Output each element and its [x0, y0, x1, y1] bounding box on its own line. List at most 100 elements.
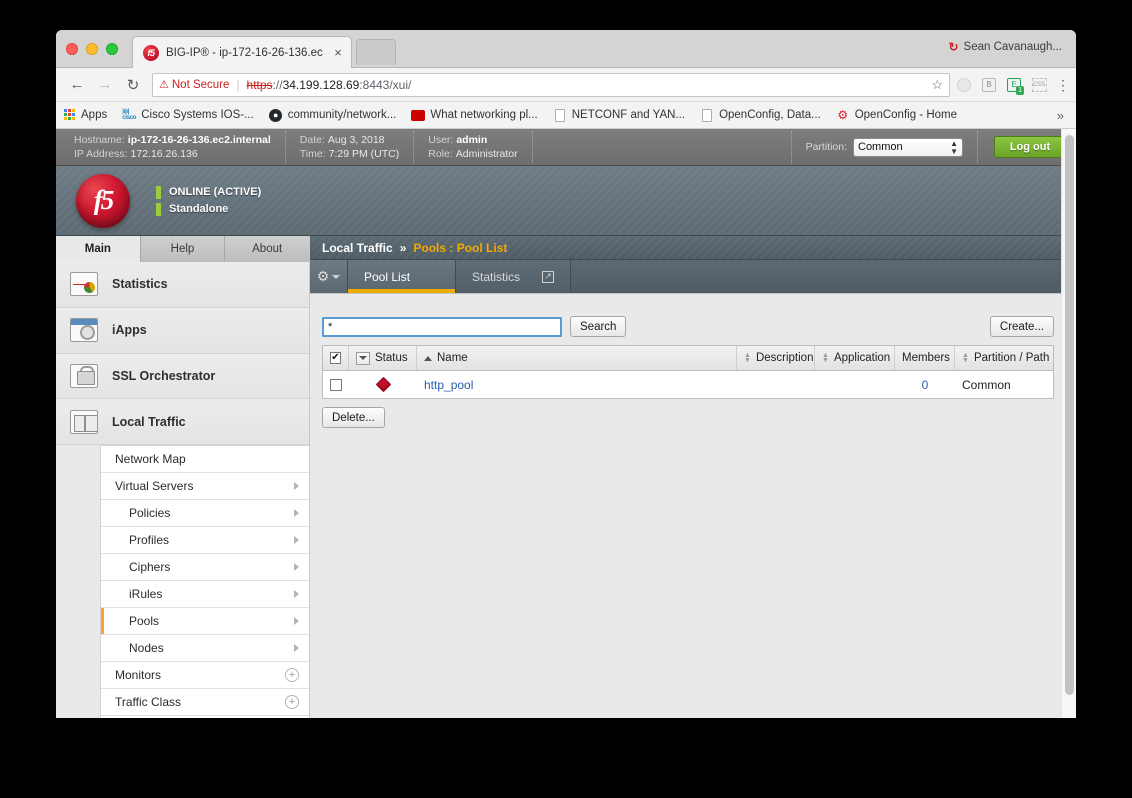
subtab-pool-list[interactable]: Pool List [348, 260, 456, 293]
column-header-label: Members [902, 352, 950, 364]
select-all-header[interactable]: ✔ [323, 346, 349, 370]
submenu-item-virtual-servers[interactable]: Virtual Servers [101, 473, 309, 501]
submenu-item-nodes[interactable]: Nodes [101, 635, 309, 663]
time-value: 7:29 PM (UTC) [328, 148, 400, 160]
pool-name-link[interactable]: http_pool [424, 378, 473, 392]
table-row[interactable]: http_pool 0 Common [323, 371, 1053, 398]
browser-menu-icon[interactable]: ⋮ [1056, 78, 1070, 92]
tab-about[interactable]: About [225, 236, 310, 262]
search-button[interactable]: Search [570, 316, 627, 337]
bookmarks-overflow-icon[interactable]: » [1057, 108, 1068, 123]
sidebar-item-label: SSL Orchestrator [112, 369, 216, 384]
column-filter-menu-icon[interactable] [356, 351, 370, 365]
search-input[interactable]: * [322, 316, 562, 337]
submenu-item-irules[interactable]: iRules [101, 581, 309, 609]
back-button[interactable]: ← [64, 72, 90, 98]
delete-button[interactable]: Delete... [322, 407, 385, 428]
submenu-item-monitors[interactable]: Monitors + [101, 662, 309, 690]
bookmark-what-networking[interactable]: What networking pl... [411, 108, 538, 122]
datetime-info-group: Date: Aug 3, 2018 Time: 7:29 PM (UTC) [286, 131, 415, 163]
time-label: Time: [299, 148, 326, 160]
column-header-application[interactable]: ▲ ▼ Application [815, 346, 895, 370]
plus-circle-icon[interactable]: + [285, 695, 299, 710]
close-tab-icon[interactable]: × [331, 45, 345, 60]
submenu-item-traffic-class[interactable]: Traffic Class + [101, 689, 309, 717]
new-tab-button[interactable] [356, 39, 396, 65]
column-header-name[interactable]: Name [417, 346, 737, 370]
submenu-item-label: Profiles [129, 533, 170, 548]
submenu-item-policies[interactable]: Policies [101, 500, 309, 528]
reload-button[interactable]: ↻ [120, 72, 146, 98]
submenu-item-address-translation[interactable]: Address Translation [101, 716, 309, 718]
submenu-item-profiles[interactable]: Profiles [101, 527, 309, 555]
apps-grid-icon [64, 109, 76, 121]
user-info-group: User: admin Role: Administrator [414, 131, 533, 163]
bookmark-star-icon[interactable]: ☆ [931, 77, 943, 93]
bookmarks-bar: Apps |ı|ı| cisco Cisco Systems IOS-... ● … [56, 102, 1076, 129]
members-count-link[interactable]: 0 [922, 378, 929, 392]
not-secure-badge[interactable]: ⚠ Not Secure [159, 78, 229, 92]
evernote-extension-icon[interactable]: E1 [1006, 77, 1024, 95]
bookmark-cisco[interactable]: |ı|ı| cisco Cisco Systems IOS-... [122, 108, 253, 122]
browser-omnibox-row: ← → ↻ ⚠ Not Secure | https://34.199.128.… [56, 68, 1076, 102]
row-select-cell[interactable] [323, 371, 349, 398]
submenu-item-ciphers[interactable]: Ciphers [101, 554, 309, 582]
submenu-item-label: Nodes [129, 641, 164, 656]
create-button[interactable]: Create... [989, 316, 1054, 337]
row-checkbox[interactable] [330, 378, 342, 391]
maximize-window-button[interactable] [106, 43, 118, 55]
bookmark-apps[interactable]: Apps [64, 109, 107, 121]
statistics-icon [70, 272, 98, 297]
pool-list-table: ✔ Status Name ▲ ▼ Description ▲ ▼ Applic… [322, 345, 1054, 399]
breadcrumb-root[interactable]: Local Traffic [322, 241, 393, 255]
select-all-checkbox[interactable]: ✔ [330, 352, 341, 364]
forward-button[interactable]: → [92, 72, 118, 98]
submenu-item-label: Virtual Servers [115, 479, 194, 494]
page-scrollbar[interactable] [1061, 129, 1076, 718]
column-header-members[interactable]: Members [895, 346, 955, 370]
device-status-group: ONLINE (ACTIVE) Standalone [156, 185, 261, 216]
sidebar-item-iapps[interactable]: iApps [56, 307, 309, 354]
partition-group: Partition: Common ▲ ▼ [790, 131, 978, 163]
column-header-partition-path[interactable]: ▲ ▼ Partition / Path [955, 346, 1053, 370]
popout-icon[interactable]: ↗ [542, 270, 555, 283]
browser-tab-active[interactable]: f5 BIG-IP® - ip-172-16-26-136.ec × [132, 36, 352, 68]
url-host: 34.199.128.69 [282, 77, 360, 92]
bookmark-netconf-yang[interactable]: NETCONF and YAN... [553, 108, 685, 122]
subtab-statistics[interactable]: Statistics ↗ [456, 260, 572, 293]
chevron-right-icon [294, 563, 299, 572]
bookmark-label: Apps [81, 109, 108, 121]
url-scheme: https [246, 77, 273, 92]
bookmark-community-network[interactable]: ● community/network... [269, 108, 396, 122]
plus-circle-icon[interactable]: + [285, 668, 299, 683]
chevron-right-icon [294, 482, 299, 491]
generic-extension-icon[interactable] [956, 77, 972, 93]
minimize-window-button[interactable] [86, 43, 98, 55]
close-window-button[interactable] [66, 43, 78, 55]
css-viewer-extension-icon[interactable]: CSS [1031, 77, 1047, 93]
chevron-updown-icon: ▲ ▼ [950, 138, 958, 156]
f5-body: Main Help About Statistics iApps SSL Orc… [56, 236, 1076, 718]
submenu-item-network-map[interactable]: Network Map [101, 446, 309, 474]
github-icon: ● [269, 108, 283, 122]
browser-profile-chip[interactable]: ↻ Sean Cavanaugh... [948, 40, 1062, 54]
bookmark-openconfig-home[interactable]: ⚙ OpenConfig - Home [836, 108, 957, 122]
submenu-item-pools[interactable]: Pools [101, 608, 309, 636]
settings-gear-button[interactable]: ⚙ [310, 260, 348, 293]
hostname-value: ip-172-16-26-136.ec2.internal [127, 134, 271, 146]
tab-help[interactable]: Help [140, 236, 226, 262]
tab-main[interactable]: Main [56, 236, 141, 262]
sidebar-item-ssl-orchestrator[interactable]: SSL Orchestrator [56, 353, 309, 400]
blogger-extension-icon[interactable]: B [981, 77, 997, 93]
sidebar-item-statistics[interactable]: Statistics [56, 262, 309, 308]
partition-select[interactable]: Common ▲ ▼ [853, 137, 963, 157]
logout-button[interactable]: Log out [994, 136, 1066, 158]
bookmark-openconfig-data[interactable]: OpenConfig, Data... [700, 108, 821, 122]
sidebar-item-local-traffic[interactable]: Local Traffic [56, 399, 309, 446]
date-value: Aug 3, 2018 [327, 134, 385, 146]
column-header-description[interactable]: ▲ ▼ Description [737, 346, 815, 370]
iapps-icon [70, 318, 98, 343]
address-bar[interactable]: ⚠ Not Secure | https://34.199.128.69:844… [152, 72, 950, 97]
page-scrollbar-thumb[interactable] [1065, 135, 1074, 695]
column-header-status[interactable]: Status [349, 346, 417, 370]
